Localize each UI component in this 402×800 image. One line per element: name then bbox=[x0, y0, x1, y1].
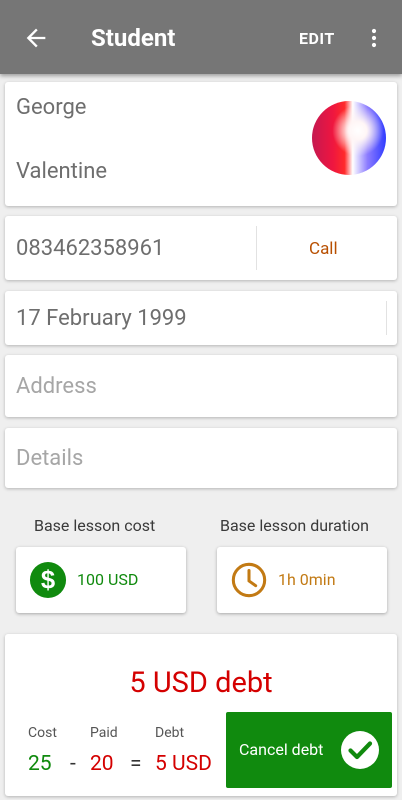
arrow-left-icon[interactable] bbox=[22, 24, 50, 52]
phone-divider bbox=[256, 226, 257, 270]
svg-text:$: $ bbox=[41, 567, 55, 595]
base-duration-value: 1h 0min bbox=[278, 570, 336, 589]
paid-label: Paid bbox=[90, 725, 118, 741]
first-name-field[interactable]: George bbox=[16, 94, 86, 122]
base-cost-value: 100 USD bbox=[77, 570, 139, 589]
call-button[interactable]: Call bbox=[309, 238, 338, 260]
equals-sign: = bbox=[130, 752, 142, 776]
debt-value: 5 USD bbox=[155, 752, 212, 776]
check-circle-icon bbox=[341, 731, 379, 769]
phone-field[interactable]: 083462358961 bbox=[16, 235, 164, 263]
clock-icon bbox=[231, 562, 267, 598]
base-cost-label: Base lesson cost bbox=[34, 516, 156, 535]
minus-sign: - bbox=[70, 752, 76, 776]
page-title: Student bbox=[91, 24, 176, 52]
paid-value: 20 bbox=[90, 752, 114, 776]
debt-label: Debt bbox=[155, 725, 185, 741]
address-field[interactable]: Address bbox=[16, 373, 97, 401]
cost-value: 25 bbox=[28, 752, 52, 776]
cost-label: Cost bbox=[28, 725, 57, 741]
dollar-circle-icon: $ bbox=[29, 561, 67, 599]
debt-title: 5 USD debt bbox=[129, 666, 273, 700]
details-field[interactable]: Details bbox=[16, 445, 83, 473]
edit-button[interactable]: EDIT bbox=[299, 28, 335, 50]
cancel-debt-button[interactable]: Cancel debt bbox=[226, 712, 392, 788]
avatar[interactable] bbox=[312, 101, 386, 175]
cancel-debt-label: Cancel debt bbox=[239, 740, 324, 759]
birth-date-field[interactable]: 17 February 1999 bbox=[16, 305, 187, 333]
base-duration-label: Base lesson duration bbox=[220, 516, 369, 535]
more-vert-icon[interactable] bbox=[362, 26, 386, 50]
birth-date-divider bbox=[386, 301, 387, 335]
last-name-field[interactable]: Valentine bbox=[16, 158, 107, 186]
app-bar: Student EDIT bbox=[0, 0, 402, 74]
